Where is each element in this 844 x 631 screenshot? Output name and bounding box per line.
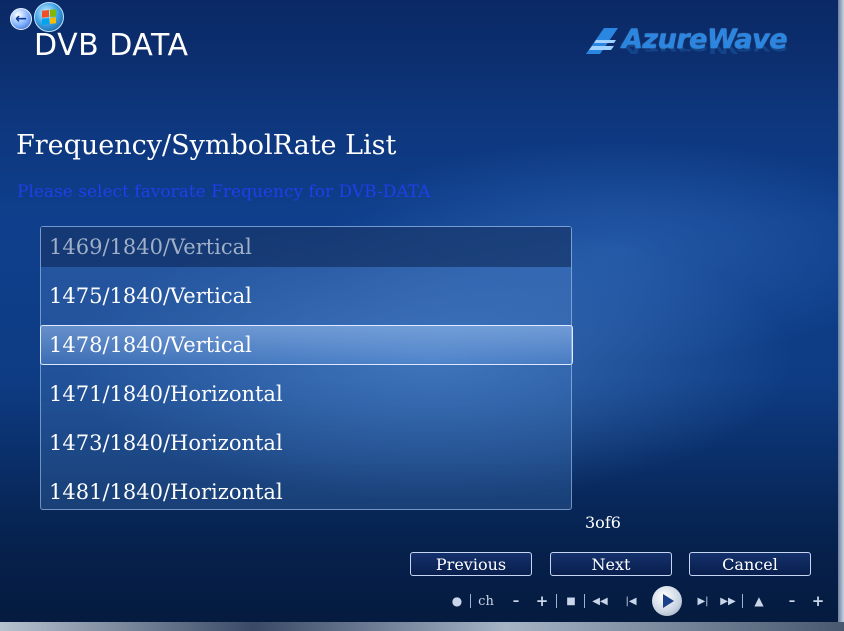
brand-logo: AzureWave AzureWave — [584, 24, 814, 84]
list-item[interactable]: 1475/1840/Vertical — [41, 276, 571, 316]
previous-button[interactable]: Previous — [410, 552, 532, 576]
skip-forward-icon[interactable]: ▶| — [694, 586, 712, 616]
azurewave-logo-icon — [586, 28, 618, 54]
list-item[interactable]: 1469/1840/Vertical — [41, 227, 571, 267]
page-title: Frequency/SymbolRate List — [16, 130, 397, 161]
list-item[interactable]: 1471/1840/Horizontal — [41, 374, 571, 414]
taskbar-strip — [0, 622, 844, 631]
mute-icon[interactable]: ▲ — [750, 586, 768, 616]
list-item-label: 1469/1840/Vertical — [49, 235, 252, 259]
transport-divider — [556, 594, 557, 608]
stop-icon[interactable]: ■ — [564, 586, 578, 616]
window-edge — [838, 0, 844, 622]
fast-forward-icon[interactable]: ▶▶ — [718, 586, 738, 616]
channel-label: ch — [478, 593, 494, 609]
play-icon[interactable] — [652, 586, 682, 616]
app-title: DVB DATA — [34, 28, 189, 63]
transport-divider — [584, 594, 585, 608]
page-subtitle: Please select favorate Frequency for DVB… — [17, 182, 431, 202]
next-button[interactable]: Next — [550, 552, 672, 576]
list-item[interactable]: 1473/1840/Horizontal — [41, 423, 571, 463]
skip-back-icon[interactable]: |◀ — [622, 586, 640, 616]
record-icon[interactable]: ● — [450, 586, 464, 616]
volume-down-icon[interactable]: – — [784, 586, 800, 616]
list-item-label: 1471/1840/Horizontal — [49, 382, 283, 406]
rewind-icon[interactable]: ◀◀ — [590, 586, 610, 616]
media-transport-bar: ● ch – + ■ ◀◀ |◀ ▶| ▶▶ ▲ – + — [450, 586, 830, 616]
cancel-button[interactable]: Cancel — [689, 552, 811, 576]
list-item-label: 1478/1840/Vertical — [49, 333, 252, 357]
list-item[interactable]: 1481/1840/Horizontal — [41, 472, 571, 512]
brand-reflection: AzureWave — [622, 38, 788, 56]
channel-up-icon[interactable]: + — [534, 586, 550, 616]
transport-divider — [742, 594, 743, 608]
list-item-label: 1481/1840/Horizontal — [49, 480, 283, 504]
list-item-label: 1473/1840/Horizontal — [49, 431, 283, 455]
page-counter: 3of6 — [585, 513, 621, 532]
frequency-list: 1469/1840/Vertical 1475/1840/Vertical 14… — [40, 226, 573, 512]
transport-divider — [470, 594, 471, 608]
volume-up-icon[interactable]: + — [810, 586, 826, 616]
channel-down-icon[interactable]: – — [508, 586, 524, 616]
list-item-selected[interactable]: 1478/1840/Vertical — [40, 325, 573, 365]
back-arrow-icon[interactable]: ← — [10, 8, 32, 30]
list-item-label: 1475/1840/Vertical — [49, 284, 252, 308]
